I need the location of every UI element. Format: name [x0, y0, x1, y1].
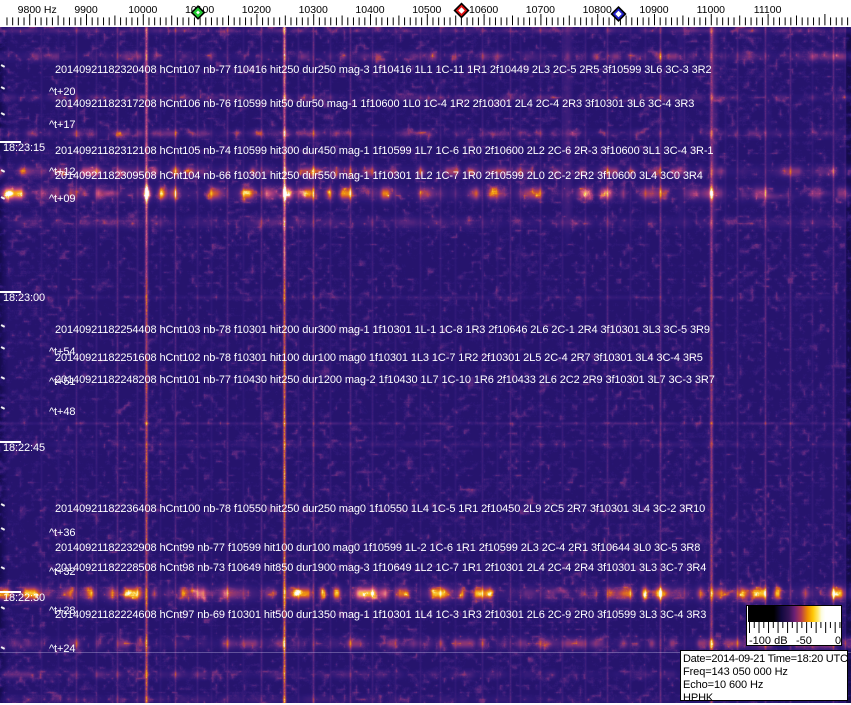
svg-text:11100: 11100 — [754, 4, 782, 16]
svg-text:9900: 9900 — [74, 4, 98, 16]
svg-text:10700: 10700 — [526, 4, 555, 16]
svg-text:10300: 10300 — [299, 4, 328, 16]
svg-text:10900: 10900 — [639, 4, 668, 16]
svg-text:10500: 10500 — [412, 4, 441, 16]
svg-text:9800 Hz: 9800 Hz — [18, 4, 57, 16]
svg-text:10200: 10200 — [242, 4, 271, 16]
svg-text:10400: 10400 — [355, 4, 384, 16]
svg-text:10800: 10800 — [583, 4, 612, 16]
svg-text:11000: 11000 — [697, 4, 726, 16]
svg-text:10000: 10000 — [128, 4, 157, 16]
svg-text:10600: 10600 — [469, 4, 498, 16]
